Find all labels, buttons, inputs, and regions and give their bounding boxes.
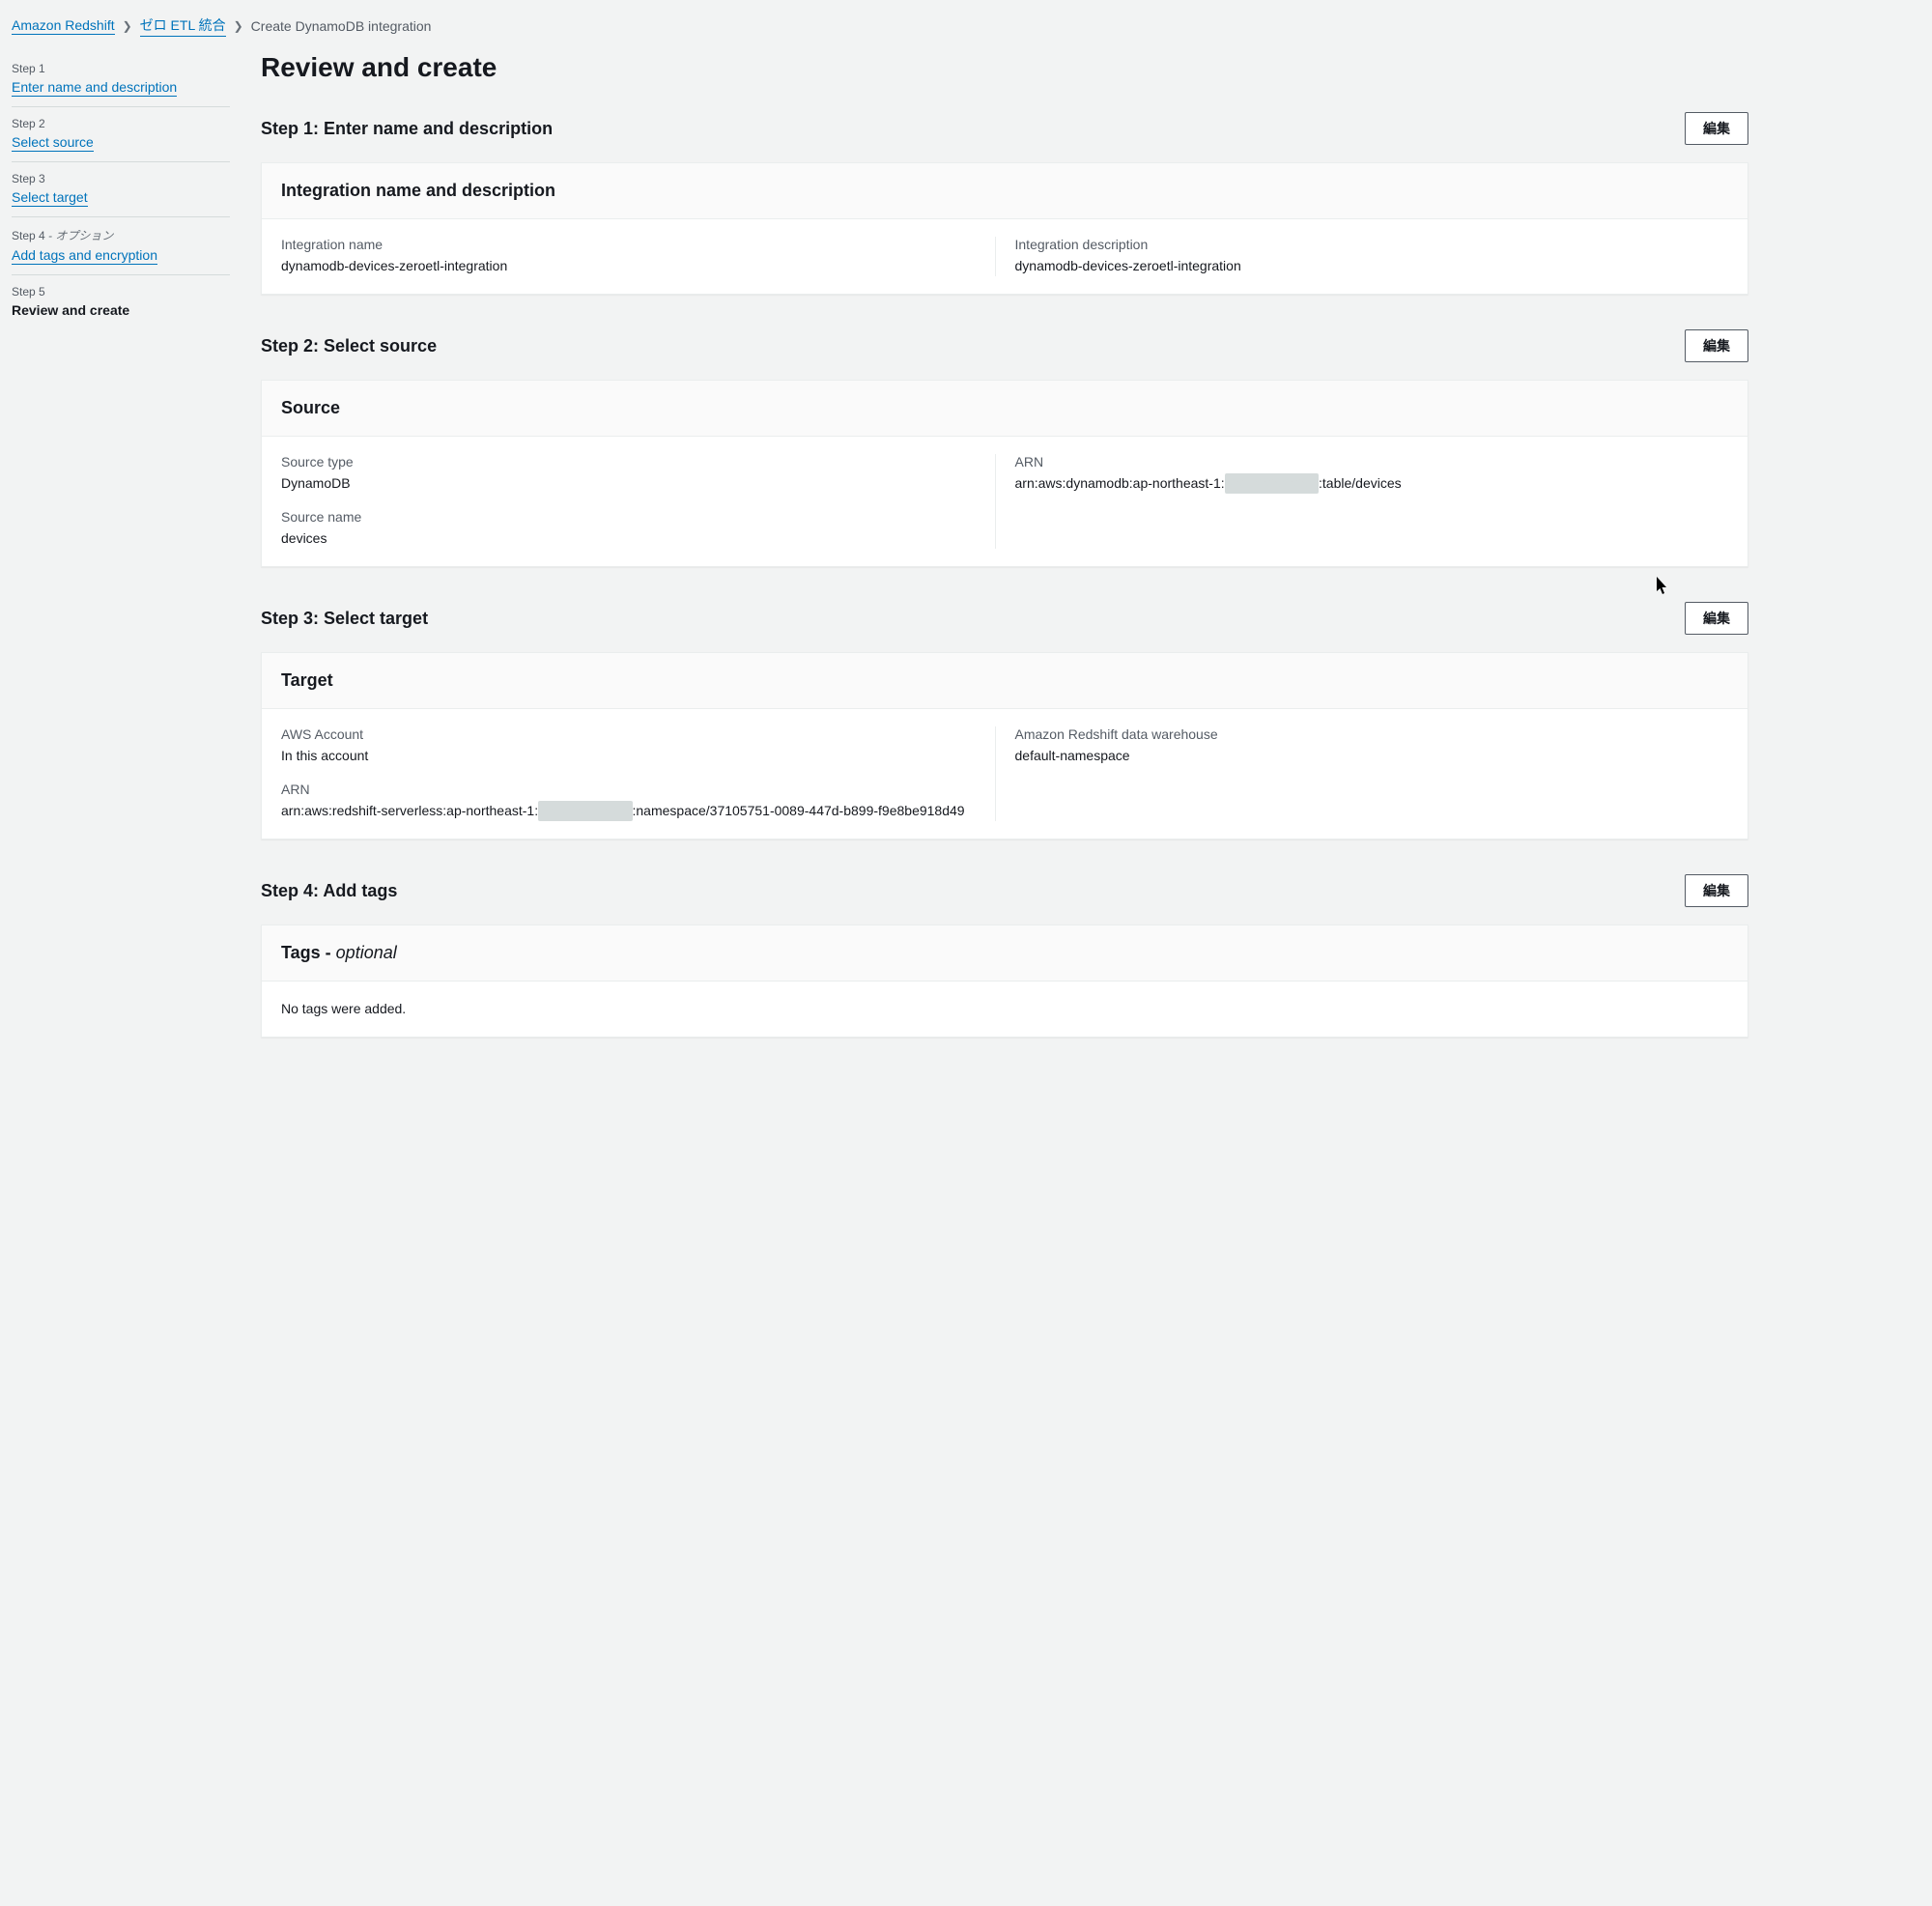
source-type-label: Source type <box>281 454 995 469</box>
step-4-link[interactable]: Add tags and encryption <box>12 247 157 265</box>
section-2-heading: Step 2: Select source <box>261 336 437 356</box>
source-type-value: DynamoDB <box>281 473 995 494</box>
sidebar-step-2: Step 2 Select source <box>12 107 230 162</box>
section-4-header: Step 4: Add tags 編集 <box>261 874 1748 907</box>
chevron-right-icon: ❯ <box>123 19 132 33</box>
step-title: Enter name and description <box>12 79 230 95</box>
redacted-account: XXXXXXXXXX <box>538 801 632 821</box>
source-name-label: Source name <box>281 509 995 525</box>
sidebar-step-5: Step 5 Review and create <box>12 275 230 329</box>
breadcrumb-root-link[interactable]: Amazon Redshift <box>12 17 115 35</box>
step-3-link[interactable]: Select target <box>12 189 88 207</box>
panel-title: Target <box>281 670 1728 691</box>
redacted-account: XXXXXXXXXX <box>1225 473 1319 494</box>
section-3-heading: Step 3: Select target <box>261 609 428 629</box>
panel-header: Source <box>262 381 1747 437</box>
target-account-label: AWS Account <box>281 726 995 742</box>
panel-integration-name: Integration name and description Integra… <box>261 162 1748 295</box>
step-2-link[interactable]: Select source <box>12 134 94 152</box>
integration-desc-label: Integration description <box>1015 237 1729 252</box>
section-3-header: Step 3: Select target 編集 <box>261 602 1748 635</box>
sidebar-step-3: Step 3 Select target <box>12 162 230 217</box>
step-1-link[interactable]: Enter name and description <box>12 79 177 97</box>
section-1-heading: Step 1: Enter name and description <box>261 119 553 139</box>
target-dw-value: default-namespace <box>1015 746 1729 766</box>
mouse-cursor-icon <box>1656 577 1669 599</box>
step-title: Select source <box>12 134 230 150</box>
panel-header: Target <box>262 653 1747 709</box>
panel-title: Tags - optional <box>281 943 1728 963</box>
chevron-right-icon: ❯ <box>234 19 243 33</box>
section-4-heading: Step 4: Add tags <box>261 881 397 901</box>
source-arn-value: arn:aws:dynamodb:ap-northeast-1:XXXXXXXX… <box>1015 473 1729 494</box>
step-label: Step 4 - オプション <box>12 227 230 243</box>
sidebar-step-4: Step 4 - オプション Add tags and encryption <box>12 217 230 275</box>
breadcrumb-current: Create DynamoDB integration <box>251 18 432 34</box>
step-label: Step 1 <box>12 62 230 75</box>
edit-step-2-button[interactable]: 編集 <box>1685 329 1748 362</box>
step-label: Step 3 <box>12 172 230 185</box>
tags-empty: No tags were added. <box>281 999 1728 1019</box>
target-arn-value: arn:aws:redshift-serverless:ap-northeast… <box>281 801 995 821</box>
panel-header: Tags - optional <box>262 925 1747 981</box>
edit-step-3-button[interactable]: 編集 <box>1685 602 1748 635</box>
step-title-active: Review and create <box>12 302 230 318</box>
panel-target: Target AWS Account In this account ARN a… <box>261 652 1748 839</box>
sidebar-step-1: Step 1 Enter name and description <box>12 52 230 107</box>
source-name-value: devices <box>281 528 995 549</box>
step-label: Step 5 <box>12 285 230 299</box>
section-2-header: Step 2: Select source 編集 <box>261 329 1748 362</box>
target-dw-label: Amazon Redshift data warehouse <box>1015 726 1729 742</box>
content-area: Review and create Step 1: Enter name and… <box>242 52 1768 1076</box>
step-title: Select target <box>12 189 230 205</box>
integration-name-label: Integration name <box>281 237 995 252</box>
section-1-header: Step 1: Enter name and description 編集 <box>261 112 1748 145</box>
edit-step-4-button[interactable]: 編集 <box>1685 874 1748 907</box>
panel-tags: Tags - optional No tags were added. <box>261 925 1748 1038</box>
edit-step-1-button[interactable]: 編集 <box>1685 112 1748 145</box>
wizard-sidebar: Step 1 Enter name and description Step 2… <box>0 52 242 1076</box>
integration-name-value: dynamodb-devices-zeroetl-integration <box>281 256 995 276</box>
panel-title: Integration name and description <box>281 181 1728 201</box>
integration-desc-value: dynamodb-devices-zeroetl-integration <box>1015 256 1729 276</box>
panel-source: Source Source type DynamoDB Source name … <box>261 380 1748 567</box>
step-label: Step 2 <box>12 117 230 130</box>
source-arn-label: ARN <box>1015 454 1729 469</box>
target-arn-label: ARN <box>281 782 995 797</box>
step-title: Add tags and encryption <box>12 247 230 263</box>
target-account-value: In this account <box>281 746 995 766</box>
panel-title: Source <box>281 398 1728 418</box>
panel-header: Integration name and description <box>262 163 1747 219</box>
breadcrumb: Amazon Redshift ❯ ゼロ ETL 統合 ❯ Create Dyn… <box>0 0 1932 52</box>
breadcrumb-mid-link[interactable]: ゼロ ETL 統合 <box>140 15 226 37</box>
page-title: Review and create <box>261 52 1748 83</box>
